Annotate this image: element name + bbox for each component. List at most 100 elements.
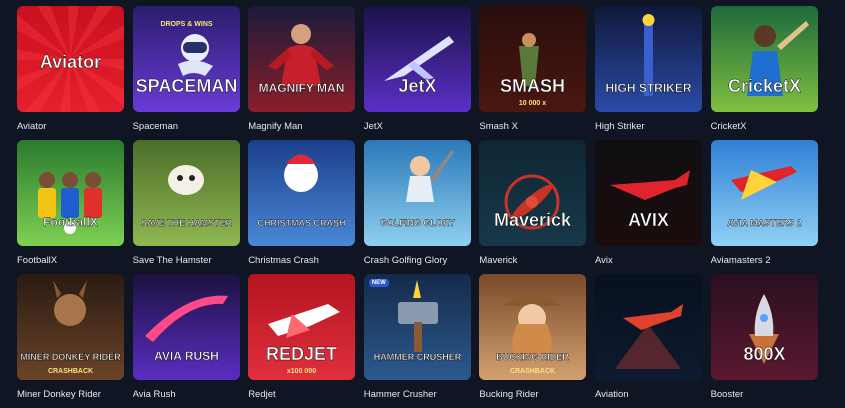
game-card[interactable]: 800X Booster — [710, 274, 818, 408]
game-artwork: Aviator — [17, 6, 124, 112]
game-title[interactable]: Avix — [595, 246, 702, 274]
game-card[interactable]: FootballX FootballX — [17, 140, 124, 274]
game-art-title: HIGH STRIKER — [605, 81, 691, 95]
game-thumbnail[interactable]: SMASH 10 000 x — [479, 6, 587, 112]
game-thumbnail[interactable]: FootballX — [17, 140, 124, 246]
game-thumbnail[interactable]: CricketX — [710, 6, 818, 112]
game-title[interactable]: Booster — [711, 380, 818, 408]
game-thumbnail[interactable]: Aviator — [17, 6, 124, 112]
game-card[interactable]: AVIX Avix — [594, 140, 702, 274]
game-title[interactable]: Christmas Crash — [248, 246, 355, 274]
game-title[interactable]: Avia Rush — [133, 380, 240, 408]
game-title[interactable]: Maverick — [479, 246, 586, 274]
game-card[interactable]: SMASH 10 000 x Smash X — [479, 6, 587, 140]
game-title[interactable]: Aviamasters 2 — [711, 246, 818, 274]
game-thumbnail[interactable]: BUCKING RIDER CRASHBACK — [479, 274, 587, 380]
game-thumbnail[interactable]: SPACEMAN DROPS & WINS — [132, 6, 240, 112]
game-artwork — [594, 274, 702, 380]
games-grid: Aviator Aviator SPACEMAN DROPS & WINS Spacem… — [17, 6, 818, 408]
game-title[interactable]: Redjet — [248, 380, 355, 408]
game-thumbnail[interactable]: Maverick — [479, 140, 587, 246]
game-title[interactable]: Smash X — [479, 112, 586, 140]
game-thumbnail[interactable]: REDJET x100 000 — [248, 274, 356, 380]
game-title[interactable]: Crash Golfing Glory — [364, 246, 471, 274]
game-thumbnail[interactable]: CHRISTMAS CRASH — [248, 140, 356, 246]
game-art-title: SAVE THE HAMSTER — [140, 218, 232, 228]
game-title[interactable]: High Striker — [595, 112, 702, 140]
game-art-title: AVIA MASTERS 2 — [727, 218, 802, 228]
game-artwork: HIGH STRIKER — [594, 6, 702, 112]
game-title[interactable]: FootballX — [17, 246, 124, 274]
game-title[interactable]: Spaceman — [133, 112, 240, 140]
game-thumbnail[interactable]: AVIA MASTERS 2 — [710, 140, 818, 246]
game-art-title: CricketX — [728, 76, 801, 96]
game-card[interactable]: GOLFING GLORY Crash Golfing Glory — [363, 140, 471, 274]
game-title[interactable]: Aviation — [595, 380, 702, 408]
game-title[interactable]: Bucking Rider — [479, 380, 586, 408]
game-artwork: JetX — [363, 6, 471, 112]
game-thumbnail[interactable]: MAGNIFY MAN — [248, 6, 356, 112]
game-card[interactable]: BUCKING RIDER CRASHBACK Bucking Rider — [479, 274, 587, 408]
game-art-subtitle: DROPS & WINS — [160, 21, 212, 28]
game-artwork: SAVE THE HAMSTER — [132, 140, 240, 246]
game-thumbnail[interactable]: MINER DONKEY RIDER CRASHBACK — [17, 274, 124, 380]
game-artwork: FootballX — [17, 140, 124, 246]
game-art-title: FootballX — [43, 215, 98, 229]
game-artwork: Maverick — [479, 140, 587, 246]
game-art-subtitle: x100 000 — [287, 368, 316, 375]
game-art-title: GOLFING GLORY — [380, 218, 455, 228]
game-artwork: GOLFING GLORY — [363, 140, 471, 246]
game-title[interactable]: Magnify Man — [248, 112, 355, 140]
game-artwork: AVIA MASTERS 2 — [710, 140, 818, 246]
game-artwork: REDJET x100 000 — [248, 274, 356, 380]
game-title[interactable]: Hammer Crusher — [364, 380, 471, 408]
game-art-title: Aviator — [40, 52, 101, 72]
game-title[interactable]: Aviator — [17, 112, 124, 140]
game-title[interactable]: JetX — [364, 112, 471, 140]
game-art-title: MINER DONKEY RIDER — [20, 352, 121, 362]
game-thumbnail[interactable]: SAVE THE HAMSTER — [132, 140, 240, 246]
hamster-icon — [167, 165, 204, 195]
game-art-title: AVIX — [628, 210, 669, 230]
game-card[interactable]: JetX JetX — [363, 6, 471, 140]
game-card[interactable]: Aviator Aviator — [17, 6, 124, 140]
game-art-title: REDJET — [266, 344, 337, 364]
game-thumbnail[interactable]: GOLFING GLORY — [363, 140, 471, 246]
game-artwork: MAGNIFY MAN — [248, 6, 356, 112]
game-art-title: Maverick — [494, 210, 572, 230]
game-card[interactable]: CricketX CricketX — [710, 6, 818, 140]
game-artwork: HAMMER CRUSHER — [363, 274, 471, 380]
game-thumbnail[interactable]: 800X — [710, 274, 818, 380]
game-thumbnail[interactable]: HIGH STRIKER — [594, 6, 702, 112]
game-card[interactable]: Maverick Maverick — [479, 140, 587, 274]
game-artwork: AVIX — [594, 140, 702, 246]
game-title[interactable]: Save The Hamster — [133, 246, 240, 274]
game-card[interactable]: HIGH STRIKER High Striker — [594, 6, 702, 140]
game-title[interactable]: Miner Donkey Rider — [17, 380, 124, 408]
game-card[interactable]: SAVE THE HAMSTER Save The Hamster — [132, 140, 240, 274]
game-artwork: SPACEMAN DROPS & WINS — [132, 6, 240, 112]
game-card[interactable]: AVIA RUSH Avia Rush — [132, 274, 240, 408]
game-artwork: CHRISTMAS CRASH — [248, 140, 356, 246]
game-thumbnail[interactable]: AVIA RUSH — [132, 274, 240, 380]
game-card[interactable]: MAGNIFY MAN Magnify Man — [248, 6, 356, 140]
game-card[interactable]: HAMMER CRUSHER NEW Hammer Crusher — [363, 274, 471, 408]
game-card[interactable]: MINER DONKEY RIDER CRASHBACK Miner Donkey … — [17, 274, 124, 408]
game-thumbnail[interactable]: JetX — [363, 6, 471, 112]
game-title[interactable]: CricketX — [711, 112, 818, 140]
game-artwork: 800X — [710, 274, 818, 380]
game-artwork: CricketX — [710, 6, 818, 112]
game-card[interactable]: CHRISTMAS CRASH Christmas Crash — [248, 140, 356, 274]
game-thumbnail[interactable]: HAMMER CRUSHER NEW — [363, 274, 471, 380]
game-artwork: BUCKING RIDER CRASHBACK — [479, 274, 587, 380]
game-card[interactable]: Aviation — [594, 274, 702, 408]
game-art-title: SMASH — [500, 76, 565, 96]
game-art-title: AVIA RUSH — [154, 349, 219, 363]
game-artwork: SMASH 10 000 x — [479, 6, 587, 112]
game-card[interactable]: REDJET x100 000 Redjet — [248, 274, 356, 408]
game-card[interactable]: AVIA MASTERS 2 Aviamasters 2 — [710, 140, 818, 274]
game-card[interactable]: SPACEMAN DROPS & WINS Spaceman — [132, 6, 240, 140]
game-thumbnail[interactable] — [594, 274, 702, 380]
game-thumbnail[interactable]: AVIX — [594, 140, 702, 246]
game-art-title: BUCKING RIDER — [497, 352, 570, 362]
